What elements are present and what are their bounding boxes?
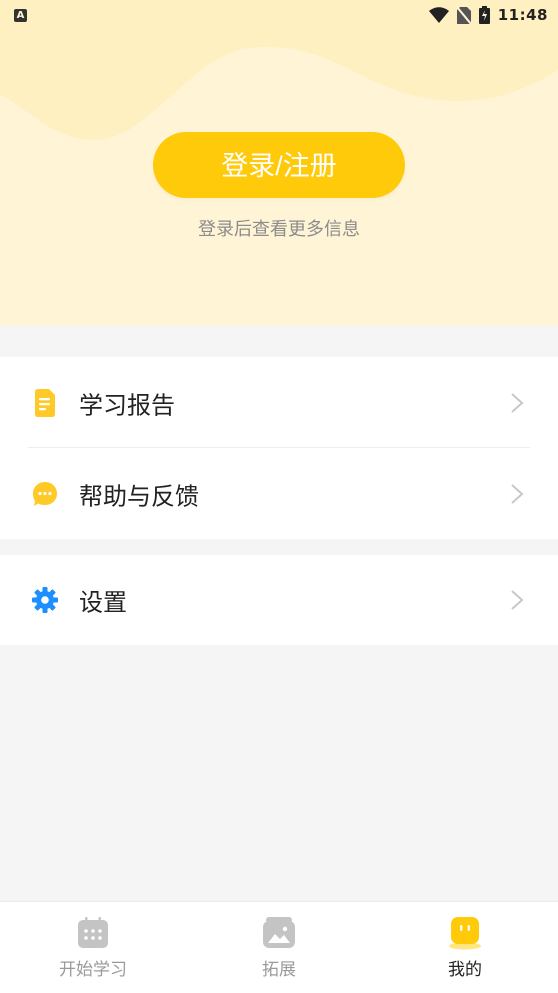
chevron-right-icon xyxy=(511,483,524,504)
mascot-face-icon xyxy=(449,917,481,950)
chevron-right-icon xyxy=(511,590,524,610)
tab-extension[interactable]: 拓展 xyxy=(186,902,372,993)
status-time: 11:48 xyxy=(497,6,548,24)
gear-icon xyxy=(32,587,58,613)
menu-item-label: 帮助与反馈 xyxy=(79,482,199,510)
tab-start-learning[interactable]: 开始学习 xyxy=(0,902,186,993)
wifi-icon xyxy=(428,7,449,23)
tab-mine[interactable]: 我的 xyxy=(372,902,558,993)
bottom-tab-bar: 开始学习 拓展 我的 xyxy=(0,901,558,993)
tab-label: 开始学习 xyxy=(59,960,127,980)
picture-icon xyxy=(263,917,295,948)
no-sim-icon xyxy=(456,6,471,24)
menu-item-settings[interactable]: 设置 xyxy=(0,555,558,645)
calendar-icon xyxy=(78,917,108,948)
tab-label: 拓展 xyxy=(262,960,296,980)
tab-label: 我的 xyxy=(448,960,482,980)
menu-item-study-report[interactable]: 学习报告 xyxy=(0,357,558,448)
report-document-icon xyxy=(35,388,55,417)
battery-charging-icon xyxy=(478,6,490,24)
profile-header: A 11:48 登录/注册 登录后查看更多信息 xyxy=(0,0,558,326)
login-hint-text: 登录后查看更多信息 xyxy=(198,219,360,240)
menu-item-label: 学习报告 xyxy=(79,391,175,419)
status-bar: A 11:48 xyxy=(0,0,558,30)
menu-item-help-feedback[interactable]: 帮助与反馈 xyxy=(0,448,558,539)
notification-a-icon: A xyxy=(14,8,27,22)
menu-item-label: 设置 xyxy=(79,588,127,617)
login-register-button[interactable]: 登录/注册 xyxy=(153,132,405,198)
chat-bubble-icon xyxy=(33,481,57,506)
chevron-right-icon xyxy=(511,392,524,413)
menu-card-settings: 设置 xyxy=(0,555,558,645)
menu-card-primary: 学习报告 帮助与反馈 xyxy=(0,357,558,539)
